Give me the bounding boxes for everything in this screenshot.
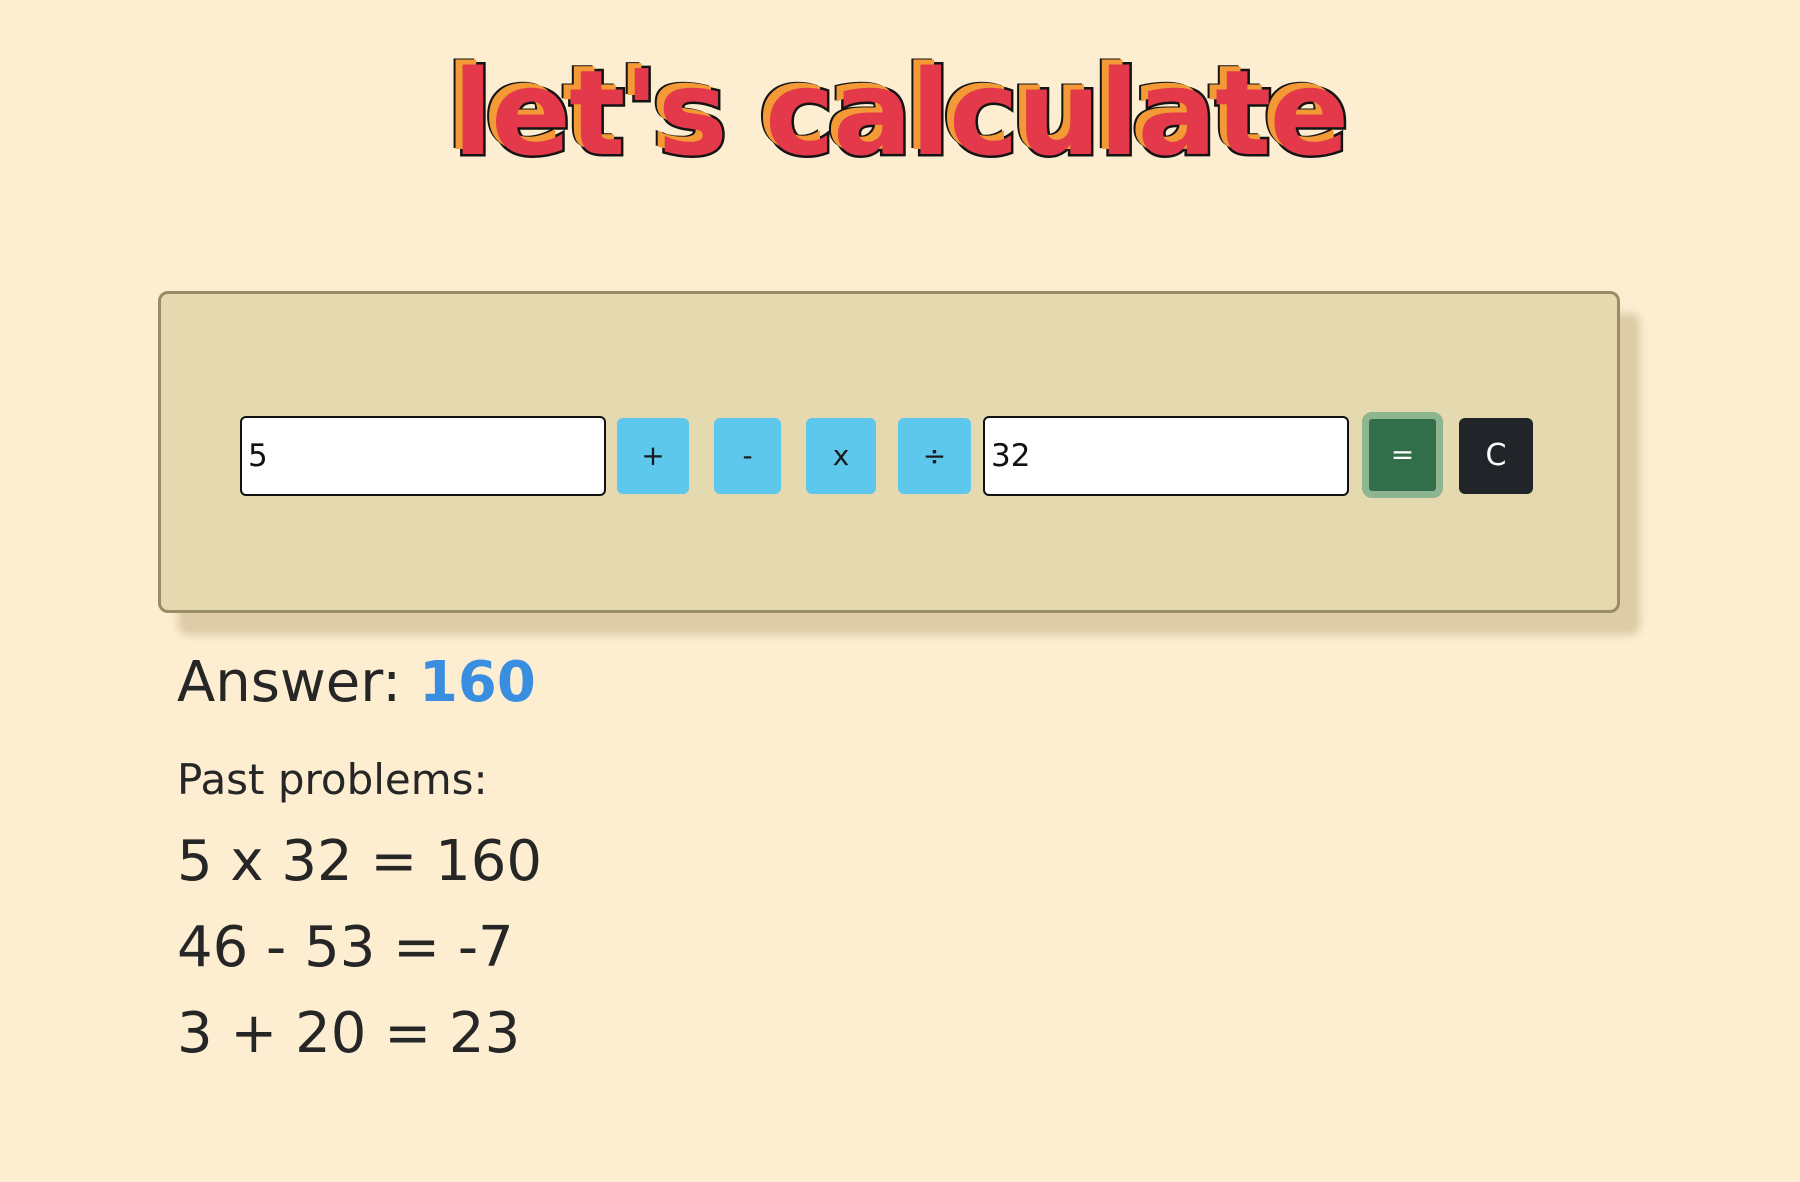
minus-button[interactable]: - (714, 418, 781, 494)
second-number-input[interactable] (983, 416, 1349, 496)
answer-value: 160 (418, 650, 536, 715)
answer-label: Answer: (177, 650, 402, 715)
past-problem-item: 3 + 20 = 23 (177, 1001, 521, 1066)
past-problems-heading: Past problems: (177, 755, 488, 804)
divide-button[interactable]: ÷ (898, 418, 971, 494)
multiply-button[interactable]: x (806, 418, 876, 494)
first-number-input[interactable] (240, 416, 606, 496)
header: let's calculate (0, 44, 1800, 182)
calculator-panel: + - x ÷ = C (158, 291, 1620, 613)
app-title: let's calculate (450, 44, 1352, 182)
clear-button[interactable]: C (1459, 418, 1533, 494)
plus-button[interactable]: + (617, 418, 689, 494)
equals-button[interactable]: = (1362, 412, 1443, 498)
past-problem-item: 46 - 53 = -7 (177, 915, 514, 980)
answer-line: Answer: 160 (177, 650, 536, 715)
past-problem-item: 5 x 32 = 160 (177, 829, 543, 894)
past-problems-list: 5 x 32 = 160 46 - 53 = -7 3 + 20 = 23 (177, 827, 542, 1085)
